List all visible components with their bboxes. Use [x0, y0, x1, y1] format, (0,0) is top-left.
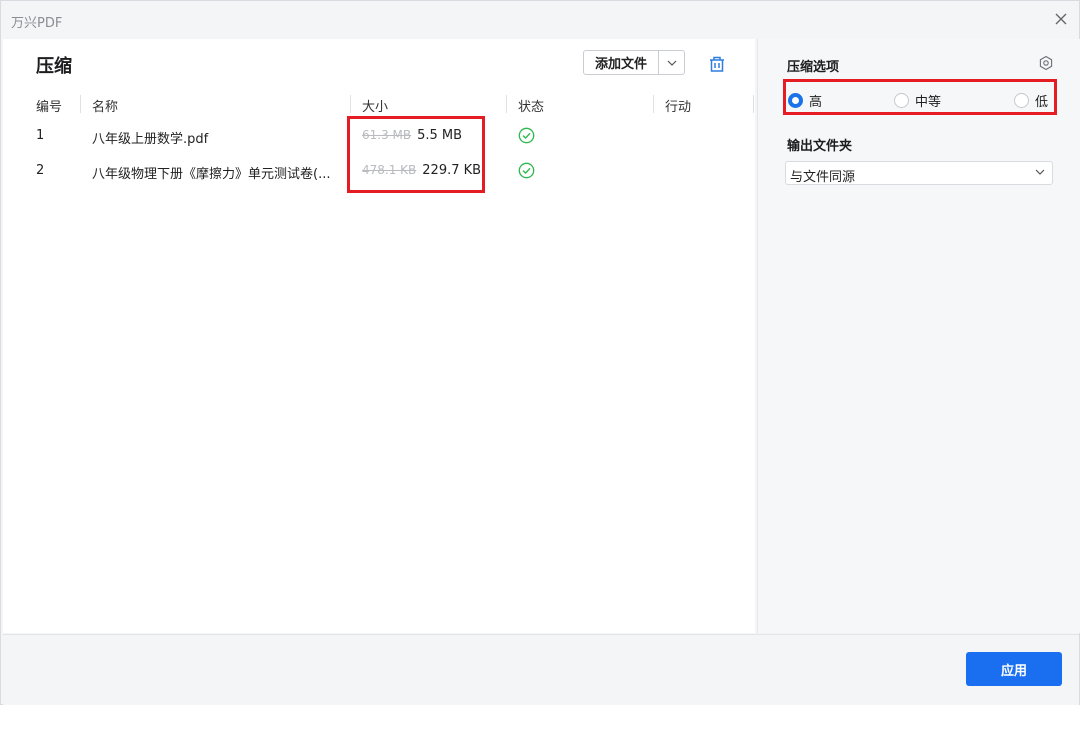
check-circle-icon	[518, 127, 535, 144]
column-divider[interactable]	[653, 95, 654, 113]
row-index: 1	[36, 128, 44, 143]
clear-list-button[interactable]	[706, 53, 728, 75]
page-title: 压缩	[36, 52, 72, 78]
settings-button[interactable]	[1038, 55, 1054, 75]
add-file-button[interactable]: 添加文件	[584, 51, 658, 74]
file-name: 八年级物理下册《摩擦力》单元测试卷(...	[92, 163, 330, 182]
apply-button[interactable]: 应用	[966, 652, 1062, 686]
close-button[interactable]	[1051, 9, 1071, 29]
col-name-header: 名称	[92, 96, 118, 115]
column-divider[interactable]	[753, 95, 754, 113]
settings-hex-icon	[1038, 55, 1054, 71]
options-pane: 压缩选项 高 中等 低 输出文件夹 与文件同源	[757, 39, 1080, 633]
compression-options-title: 压缩选项	[787, 56, 839, 75]
add-file-split-button: 添加文件	[583, 50, 685, 75]
table-header: 编号 名称 大小 状态 行动	[3, 91, 755, 117]
app-title: 万兴PDF	[11, 12, 62, 31]
output-folder-select[interactable]: 与文件同源	[785, 161, 1053, 185]
column-divider[interactable]	[80, 95, 81, 113]
file-name: 八年级上册数学.pdf	[92, 128, 208, 147]
chevron-down-icon	[1035, 169, 1045, 175]
row-index: 2	[36, 163, 44, 178]
dialog-footer: 应用	[3, 634, 1079, 705]
chevron-down-icon	[667, 60, 677, 66]
close-icon	[1051, 9, 1071, 29]
options-highlight-box	[783, 79, 1057, 115]
file-list-pane: 压缩 添加文件 编号 名称 大小 状态 行动	[3, 39, 755, 633]
column-divider[interactable]	[506, 95, 507, 113]
output-folder-title: 输出文件夹	[787, 135, 852, 154]
col-action-header: 行动	[665, 96, 691, 115]
column-divider[interactable]	[350, 95, 351, 113]
compress-dialog: 万兴PDF 压缩 添加文件 编号 名称 大小	[0, 0, 1080, 705]
trash-icon	[706, 53, 728, 75]
col-status-header: 状态	[518, 96, 544, 115]
check-circle-icon	[518, 162, 535, 179]
output-folder-value: 与文件同源	[790, 166, 855, 185]
col-index-header: 编号	[36, 96, 62, 115]
add-file-dropdown[interactable]	[658, 51, 684, 74]
title-bar: 万兴PDF	[1, 1, 1079, 39]
size-highlight-box	[347, 116, 485, 193]
col-size-header: 大小	[362, 96, 388, 115]
